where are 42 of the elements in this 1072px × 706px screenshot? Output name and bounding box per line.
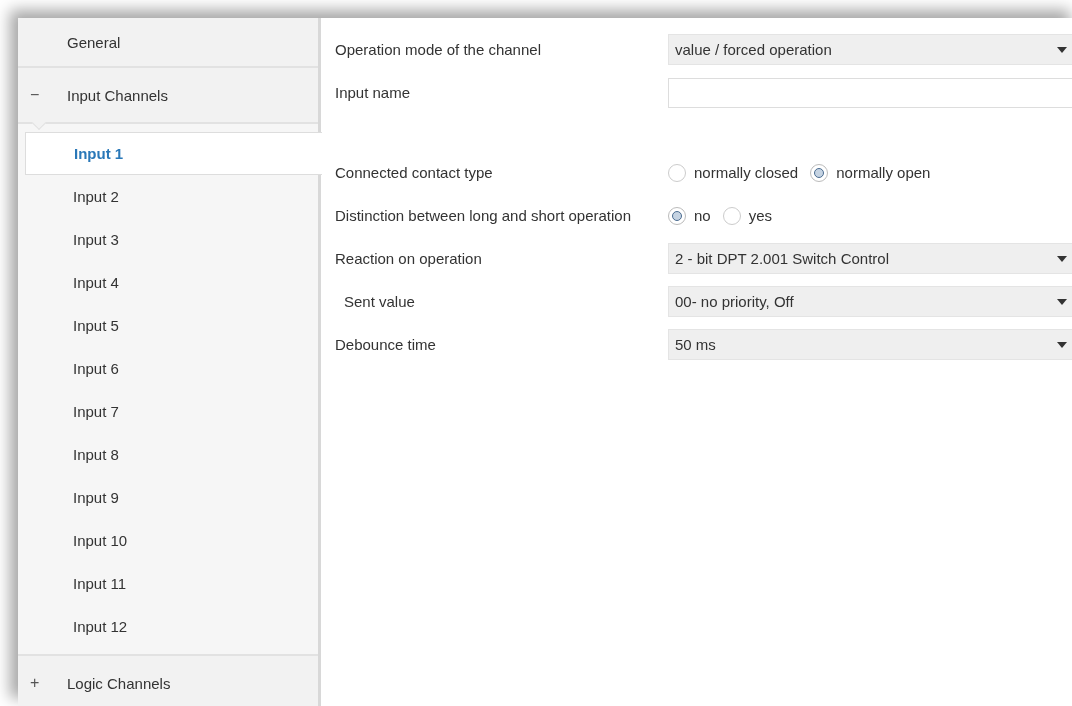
- sidebar-item[interactable]: Input 6: [25, 347, 318, 390]
- sidebar-item[interactable]: Input 10: [25, 519, 318, 562]
- input-field[interactable]: [668, 77, 1072, 108]
- radio-option[interactable]: no: [668, 206, 711, 225]
- sidebar-item[interactable]: General: [18, 18, 318, 68]
- radio-button[interactable]: [668, 163, 686, 182]
- parameter-label: Debounce time: [335, 334, 437, 355]
- parameter-label: Sent value: [343, 291, 416, 312]
- radio-button[interactable]: [722, 206, 741, 225]
- dropdown[interactable]: 2 - bit DPT 2.001 Switch Control: [668, 243, 1072, 274]
- sidebar-item[interactable]: Input 11: [25, 562, 318, 605]
- parameter-label: Input name: [335, 82, 412, 103]
- sidebar-item[interactable]: Input 5: [25, 304, 318, 347]
- dropdown[interactable]: 50 ms: [668, 329, 1072, 360]
- expander-toggle[interactable]: +: [30, 674, 67, 692]
- radio-option[interactable]: yes: [722, 206, 773, 225]
- parameter-label: Connected contact type: [335, 162, 494, 183]
- expander-toggle[interactable]: −: [30, 86, 67, 104]
- radio-button[interactable]: [810, 163, 829, 182]
- parameter-label: Operation mode of the channel: [335, 39, 542, 60]
- parameter-label: Distinction between long and short operation: [335, 205, 633, 226]
- dropdown[interactable]: value / forced operation: [668, 34, 1072, 65]
- caret-icon: [1057, 298, 1067, 305]
- sidebar-item[interactable]: Input 12: [25, 605, 318, 648]
- caret-icon: [1057, 46, 1067, 53]
- radio-option[interactable]: normally closed: [668, 163, 799, 182]
- sidebar-item[interactable]: Input 1: [25, 132, 322, 175]
- group-label: Logic Channels: [67, 674, 171, 692]
- caret-icon: [1057, 255, 1067, 262]
- sidebar-item[interactable]: Input 9: [25, 476, 318, 519]
- radio-button[interactable]: [668, 206, 686, 225]
- sidebar-item[interactable]: Input 3: [25, 218, 318, 261]
- sidebar-group[interactable]: + Logic Channels: [18, 656, 318, 706]
- sidebar-item[interactable]: Input 4: [25, 261, 318, 304]
- radio-option[interactable]: normally open: [810, 163, 931, 182]
- sidebar-item[interactable]: Input 2: [25, 175, 318, 218]
- sidebar-item[interactable]: Input 7: [25, 390, 318, 433]
- caret-icon: [1057, 341, 1067, 348]
- group-label: Input Channels: [67, 86, 168, 104]
- dropdown[interactable]: 00- no priority, Off: [668, 286, 1072, 317]
- parameter-label: Reaction on operation: [335, 248, 483, 269]
- sidebar-item[interactable]: Input 8: [25, 433, 318, 476]
